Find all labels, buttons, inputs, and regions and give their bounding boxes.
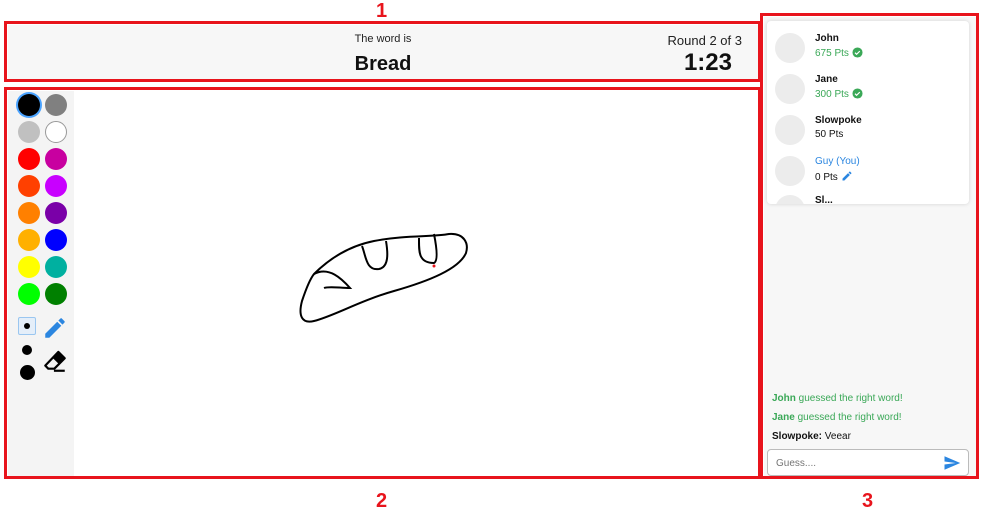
annotation-box-header xyxy=(4,21,761,82)
annotation-number: 2 xyxy=(376,490,388,512)
annotation-number: 1 xyxy=(376,0,388,22)
annotation-number: 3 xyxy=(862,490,874,512)
annotation-box-sidebar xyxy=(760,13,979,479)
annotation-box-canvas xyxy=(4,87,761,479)
